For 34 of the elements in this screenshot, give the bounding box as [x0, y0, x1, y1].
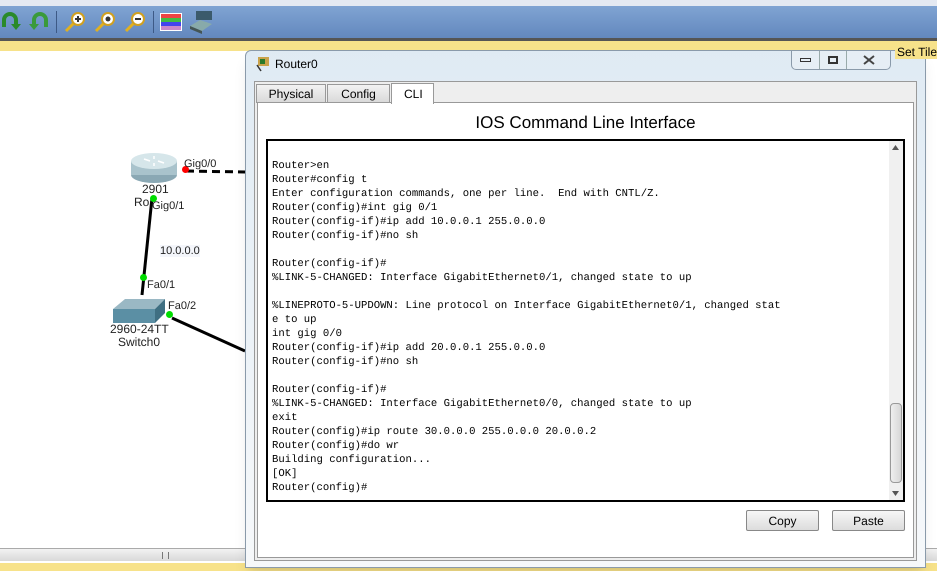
zoom-in-icon[interactable]: [63, 10, 87, 34]
tab[interactable]: Physical: [256, 84, 326, 103]
port-label: Fa0/1: [147, 279, 176, 291]
cli-console[interactable]: Router>en Router#config t Enter configuration commands, one per line. End with CNTL/Z. Router(config)#int gig 0/1 Router(config-if)#ip add 10.0.0.1 255.0.0.0 Router(config-if)#no sh Router(config-if)# %LINK-5-CHANGED: Interface GigabitEthernet0/1, changed state to up %LINEPROTO-5-UPDOWN: Line protocol on Interface GigabitEthernet0/1, changed stat e to up int gig 0/0 Router(config-if)#ip add 20.0.0.1 255.0.0.0 Router(config-if)#no sh Router(config-if)# %LINK-5-CHANGED: Interface GigabitEthernet0/0, changed state to up exit Router(config)#ip route 30.0.0.0 255.0.0.0 20.0.0.2 Router(config)#do wr Building configuration... [OK] Router(config)#: [266, 139, 905, 502]
maximize-icon: [828, 56, 838, 64]
network-label: 10.0.0.0: [160, 245, 200, 257]
action-button[interactable]: Paste: [832, 510, 905, 531]
router-window-icon: [256, 56, 270, 72]
panel-heading: IOS Command Line Interface: [474, 112, 697, 134]
scroll-thumb[interactable]: [890, 403, 902, 483]
port-label: Gig0/1: [152, 200, 184, 212]
tab[interactable]: CLI: [391, 83, 434, 104]
window-title: Router0: [275, 56, 318, 73]
scroll-down-icon[interactable]: [892, 491, 899, 496]
device-name-label: Ro: [134, 196, 150, 209]
scroll-grip-icon[interactable]: [162, 552, 169, 559]
minimize-icon: [800, 58, 811, 62]
device-model-label: 2901: [142, 183, 169, 196]
set-tile-button[interactable]: Set Tile: [894, 45, 937, 59]
scrollbar[interactable]: [889, 141, 903, 500]
device-icon[interactable]: [188, 9, 214, 35]
zoom-out-icon[interactable]: [123, 10, 147, 34]
cable-line: [186, 170, 245, 174]
switch-icon[interactable]: [113, 297, 165, 323]
port-label: Gig0/0: [184, 158, 216, 170]
close-icon: [862, 55, 874, 65]
zoom-reset-icon[interactable]: [93, 10, 117, 34]
device-name-label: Switch0: [118, 336, 160, 349]
port-label: Fa0/2: [168, 300, 196, 312]
device-model-label: 2960-24TT: [110, 323, 169, 336]
scroll-up-icon[interactable]: [892, 145, 899, 150]
palette-icon[interactable]: [160, 13, 182, 31]
tab[interactable]: Config: [327, 84, 390, 103]
action-button[interactable]: Copy: [746, 510, 819, 531]
